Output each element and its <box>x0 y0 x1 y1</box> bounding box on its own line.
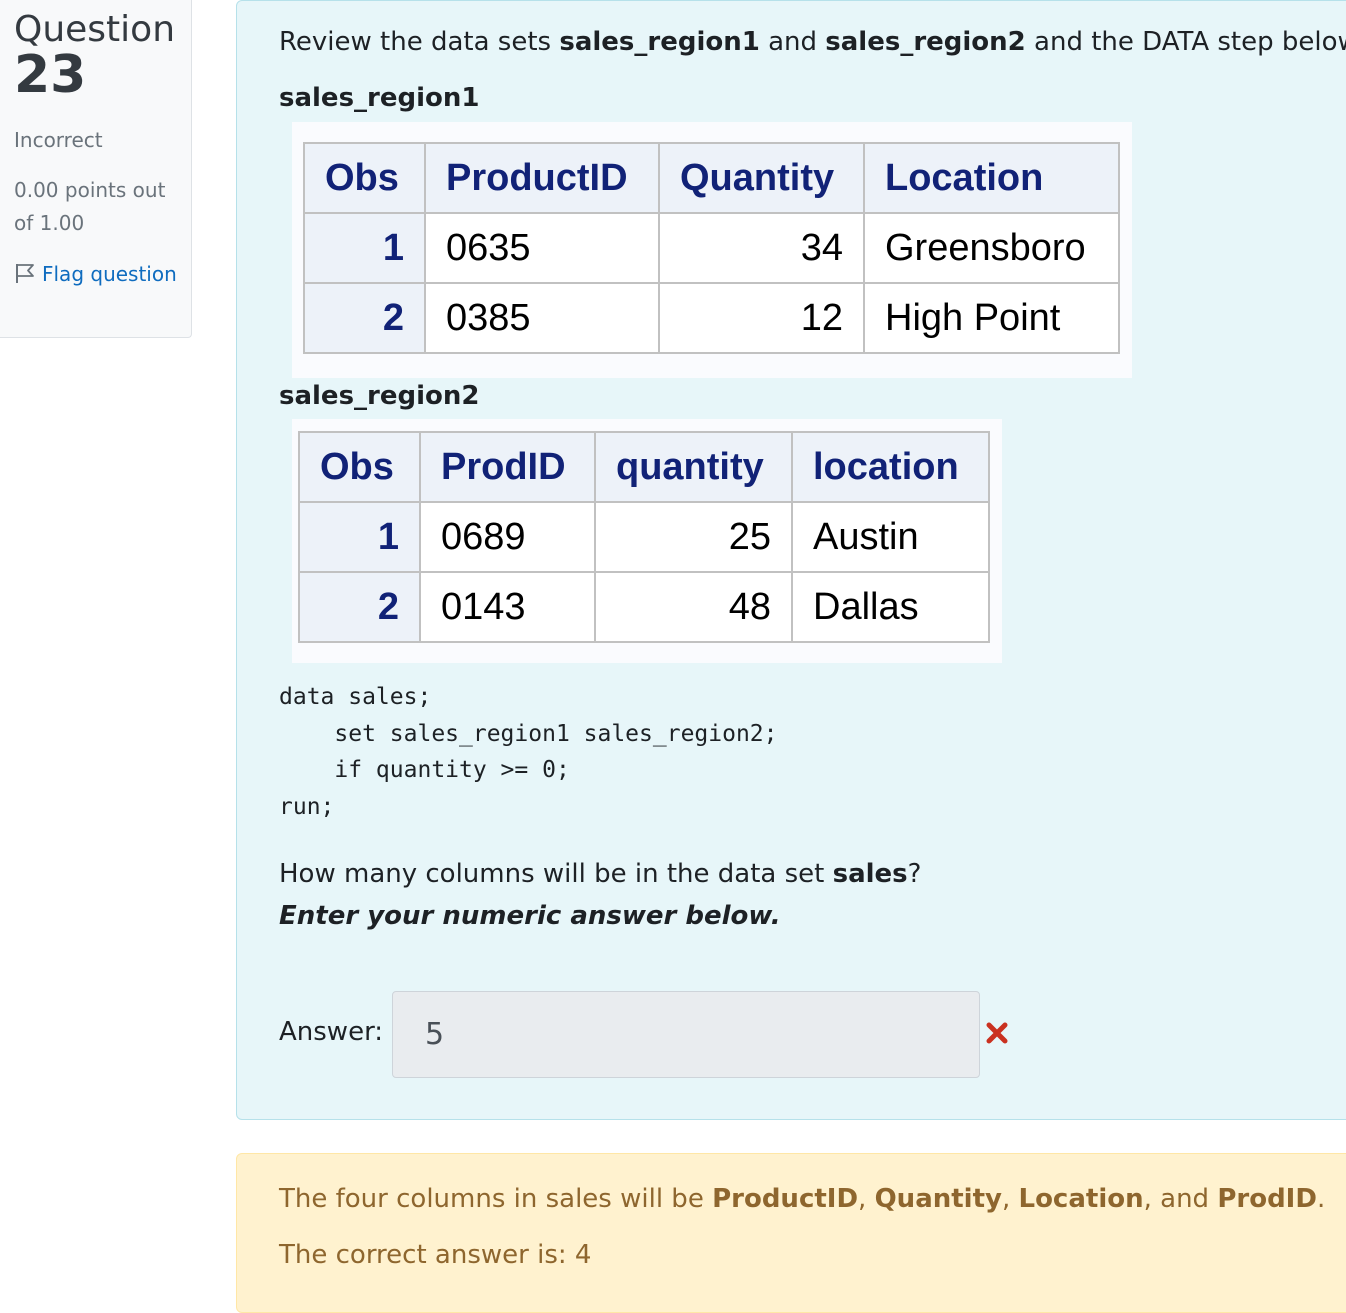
incorrect-cross-icon <box>985 1021 1009 1049</box>
table1-cell: 12 <box>658 282 865 354</box>
table1: Obs ProductID Quantity Location 1 0635 34 Gree… <box>303 142 1120 354</box>
table2-header-row: Obs ProdID quantity location <box>298 431 990 503</box>
prompt-dataset: sales <box>832 859 908 889</box>
correct-answer: The correct answer is: 4 <box>279 1240 592 1270</box>
flag-question-label: Flag question <box>42 262 177 286</box>
table2-cell: 1 <box>298 501 421 573</box>
flag-question-link[interactable]: Flag question <box>14 258 184 291</box>
table1-header-row: Obs ProductID Quantity Location <box>303 142 1120 214</box>
table2-cell: 0143 <box>419 571 596 643</box>
intro-text: Review the data sets <box>279 27 560 57</box>
code-line: run; <box>279 793 335 820</box>
table2-image: Obs ProdID quantity location 1 0689 25 Austin 2… <box>292 419 1002 663</box>
table-row: 2 0143 48 Dallas <box>298 571 990 643</box>
question-info-panel: Question 23 Incorrect 0.00 points out of… <box>0 0 192 338</box>
question-intro: Review the data sets sales_region1 and s… <box>279 27 1346 57</box>
answer-input[interactable]: 5 <box>392 991 980 1078</box>
code-line: if quantity >= 0; <box>279 757 570 783</box>
table1-cell: 2 <box>303 282 426 354</box>
table2: Obs ProdID quantity location 1 0689 25 Austin 2… <box>298 431 990 643</box>
feedback-column: Quantity <box>874 1184 1002 1214</box>
table1-cell: Greensboro <box>863 212 1120 284</box>
code-line: data sales; <box>279 684 432 710</box>
table2-cell: 48 <box>594 571 793 643</box>
feedback-text: The four columns in sales will be <box>279 1184 713 1214</box>
table1-image: Obs ProductID Quantity Location 1 0635 34 Gree… <box>292 122 1132 378</box>
table2-header-cell: quantity <box>594 431 793 503</box>
feedback-text: , and <box>1143 1184 1218 1214</box>
table2-cell: 2 <box>298 571 421 643</box>
intro-dataset-1: sales_region1 <box>559 27 760 57</box>
table-row: 1 0635 34 Greensboro <box>303 212 1120 284</box>
flag-icon <box>16 264 34 283</box>
feedback-panel: The four columns in sales will be Produc… <box>236 1153 1346 1313</box>
table1-header-cell: ProductID <box>424 142 660 214</box>
general-feedback: The four columns in sales will be Produc… <box>279 1184 1325 1214</box>
answer-label: Answer: <box>279 1017 384 1047</box>
table1-caption: sales_region1 <box>279 83 480 113</box>
table2-cell: 25 <box>594 501 793 573</box>
table1-cell: 34 <box>658 212 865 284</box>
intro-dataset-2: sales_region2 <box>825 27 1026 57</box>
table1-cell: 0385 <box>424 282 660 354</box>
feedback-text: , <box>858 1184 875 1214</box>
table2-cell: 0689 <box>419 501 596 573</box>
feedback-text: , <box>1001 1184 1019 1214</box>
table1-header-cell: Quantity <box>658 142 865 214</box>
table1-cell: 1 <box>303 212 426 284</box>
table2-cell: Dallas <box>791 571 990 643</box>
feedback-column: ProdID <box>1217 1184 1317 1214</box>
table1-header-cell: Obs <box>303 142 426 214</box>
answer-instruction: Enter your numeric answer below. <box>279 901 781 931</box>
feedback-text: . <box>1316 1184 1326 1214</box>
table2-caption: sales_region2 <box>279 381 480 411</box>
question-number: 23 <box>14 45 87 105</box>
question-prompt: How many columns will be in the data set… <box>279 859 921 889</box>
table-row: 1 0689 25 Austin <box>298 501 990 573</box>
question-grade: 0.00 points out of 1.00 <box>14 178 166 235</box>
table-row: 2 0385 12 High Point <box>303 282 1120 354</box>
table2-header-cell: location <box>791 431 990 503</box>
feedback-column: ProductID <box>712 1184 859 1214</box>
intro-text: and the DATA step below. <box>1025 27 1346 57</box>
prompt-text: How many columns will be in the data set <box>279 859 833 889</box>
intro-text: and <box>759 27 826 57</box>
prompt-text: ? <box>907 859 922 889</box>
table1-cell: High Point <box>863 282 1120 354</box>
question-formulation: Review the data sets sales_region1 and s… <box>236 0 1346 1120</box>
question-label: Question <box>14 9 176 50</box>
question-state: Incorrect <box>14 128 103 152</box>
feedback-column: Location <box>1018 1184 1144 1214</box>
table1-header-cell: Location <box>863 142 1120 214</box>
code-line: set sales_region1 sales_region2; <box>279 720 778 747</box>
table1-cell: 0635 <box>424 212 660 284</box>
table2-header-cell: ProdID <box>419 431 596 503</box>
table2-header-cell: Obs <box>298 431 421 503</box>
data-step-code: data sales; set sales_region1 sales_regi… <box>279 679 778 825</box>
table2-cell: Austin <box>791 501 990 573</box>
